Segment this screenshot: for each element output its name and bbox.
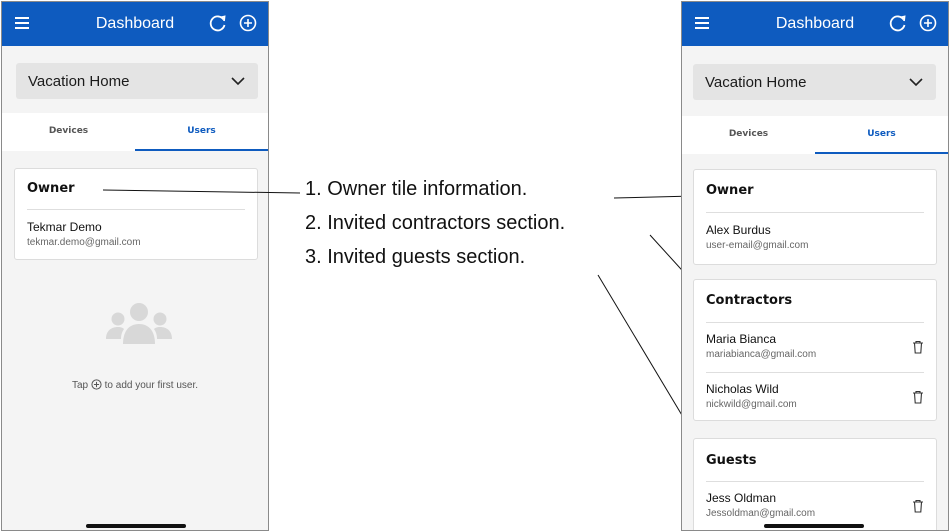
divider <box>706 212 924 213</box>
owner-card-title: Owner <box>706 183 754 198</box>
tab-bar: Devices Users <box>682 116 948 154</box>
contractors-card: Contractors Maria Bianca mariabianca@gma… <box>693 279 937 421</box>
owner-name: Alex Burdus <box>706 223 771 237</box>
app-bar: Dashboard <box>682 2 948 46</box>
refresh-icon[interactable] <box>888 13 908 33</box>
annotation-contractors-section: 2. Invited contractors section. <box>305 212 566 234</box>
guest-email: Jessoldman@gmail.com <box>706 508 816 519</box>
divider <box>706 481 924 482</box>
annotation-guests-section: 3. Invited guests section. <box>305 246 526 268</box>
guests-card: Guests Jess Oldman Jessoldman@gmail.com <box>693 438 937 530</box>
owner-card: Owner Alex Burdus user-email@gmail.com <box>693 169 937 265</box>
home-indicator[interactable] <box>764 524 864 528</box>
guests-card-title: Guests <box>706 453 757 468</box>
contractors-card-title: Contractors <box>706 293 793 308</box>
phone-screen-right: Dashboard Vacation Home Devices Users Ow… <box>681 1 949 531</box>
contractor-email: nickwild@gmail.com <box>706 399 797 410</box>
divider <box>706 322 924 323</box>
guest-name: Jess Oldman <box>706 491 777 505</box>
contractor-email: mariabianca@gmail.com <box>706 349 817 360</box>
trash-icon[interactable] <box>912 390 924 404</box>
owner-email: user-email@gmail.com <box>706 240 809 251</box>
app-bar-title: Dashboard <box>775 15 855 32</box>
home-selector[interactable]: Vacation Home <box>693 64 936 100</box>
contractor-name: Maria Bianca <box>706 332 777 346</box>
add-circle-icon[interactable] <box>918 13 938 33</box>
home-selector-value: Vacation Home <box>705 74 807 91</box>
tab-users[interactable]: Users <box>815 116 948 154</box>
tab-devices[interactable]: Devices <box>682 116 815 154</box>
trash-icon[interactable] <box>912 499 924 513</box>
annotation-owner-tile: 1. Owner tile information. <box>305 178 528 200</box>
chevron-down-icon <box>909 78 923 87</box>
trash-icon[interactable] <box>912 340 924 354</box>
divider <box>706 372 924 373</box>
contractor-name: Nicholas Wild <box>706 382 779 396</box>
